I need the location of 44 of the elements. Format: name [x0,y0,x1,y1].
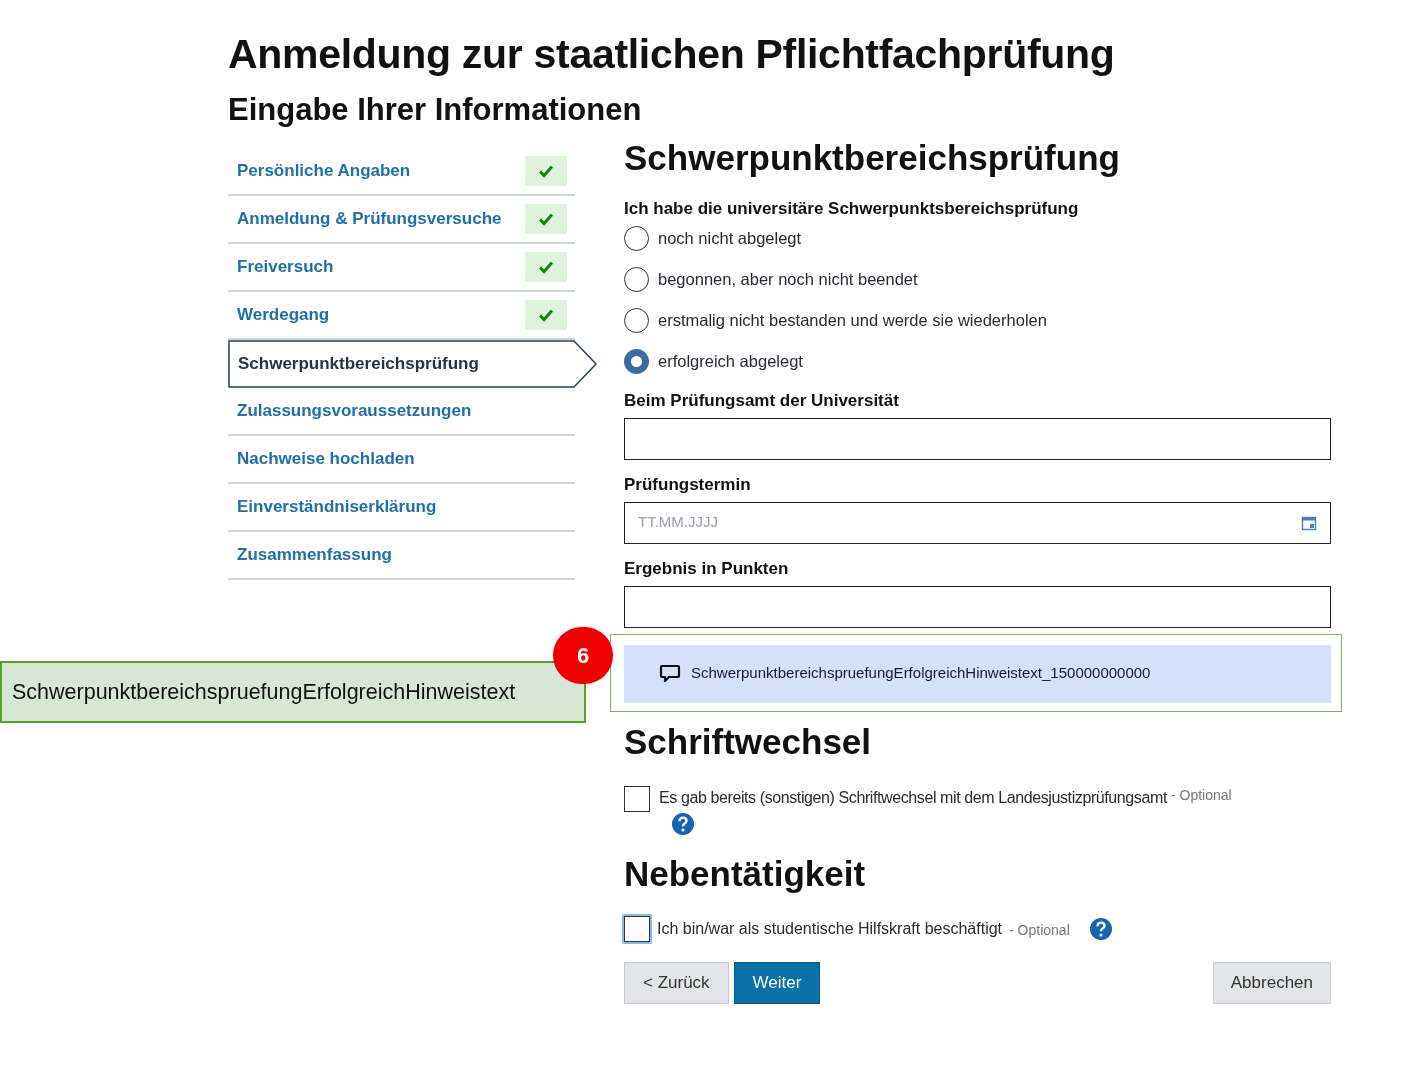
field-label: Ergebnis in Punkten [624,557,790,580]
sidebar-link[interactable]: Einverständniserklärung [228,494,437,520]
radio-button[interactable] [624,348,649,374]
question-label: Ich habe die universitäre Schwerpunktsbereichsprüfung [624,198,1080,220]
cancel-button[interactable]: Abbrechen [1212,961,1331,1004]
help-icon[interactable] [1088,916,1113,941]
input-field[interactable] [624,417,1331,460]
radio-label: erstmalig nicht bestanden und werde sie wiederholen [658,309,1047,331]
back-button[interactable]: < Zurück [624,961,729,1004]
sidebar-link[interactable]: Werdegang [228,302,330,328]
sidebar-item[interactable]: Schwerpunktbereichsprüfung [228,340,598,388]
optional-note: - Optional [1009,921,1070,940]
radio-label: noch nicht abgelegt [658,227,802,249]
number-badge: 6 [553,627,613,684]
page-title: Anmeldung zur staatlichen Pflichtfachprüfung [228,30,1116,79]
date-input[interactable]: TT.MM.JJJJ [638,511,938,534]
section-heading: Schriftwechsel [624,720,873,763]
radio-label: erfolgreich abgelegt [658,350,803,372]
sidebar-link[interactable]: Zulassungsvoraussetzungen [228,398,472,424]
next-button[interactable]: Weiter [733,961,821,1004]
sidebar-link[interactable]: Nachweise hochladen [228,446,415,472]
input-field[interactable] [624,585,1331,628]
radio-label: begonnen, aber noch nicht beendet [658,268,918,290]
calendar-icon[interactable] [1301,514,1317,531]
field-label: Beim Prüfungsamt der Universität [624,389,900,412]
radio-button[interactable] [624,225,649,251]
sidebar-link[interactable]: Anmeldung & Prüfungsversuche [228,206,502,232]
radio-button[interactable] [624,266,649,292]
sidebar-link[interactable]: Zusammenfassung [228,542,392,568]
date-field[interactable]: TT.MM.JJJJ [624,501,1331,544]
section-heading: Nebentätigkeit [624,852,867,895]
sidebar-link[interactable]: Freiversuch [228,254,334,280]
radio-button[interactable] [624,307,649,333]
optional-note: - Optional [1170,785,1232,804]
help-icon[interactable] [671,811,695,836]
field-label: Prüfungstermin [624,473,752,496]
hint-text: SchwerpunktbereichspruefungErfolgreichHinweistext_150000000000 [691,663,1151,684]
page-subtitle: Eingabe Ihrer Informationen [228,91,643,129]
checkbox-label: Ich bin/war als studentische Hilfskraft beschäftigt [657,918,1003,939]
sidebar-link[interactable]: Persönliche Angaben [228,158,411,184]
section-heading: Schwerpunktbereichsprüfung [624,137,1121,179]
checkbox-label: Es gab bereits (sonstigen) Schriftwechsel mit dem Landesjustizprüfungsamt [659,787,1167,808]
speech-bubble-icon [659,663,681,684]
checkbox[interactable] [624,785,650,812]
